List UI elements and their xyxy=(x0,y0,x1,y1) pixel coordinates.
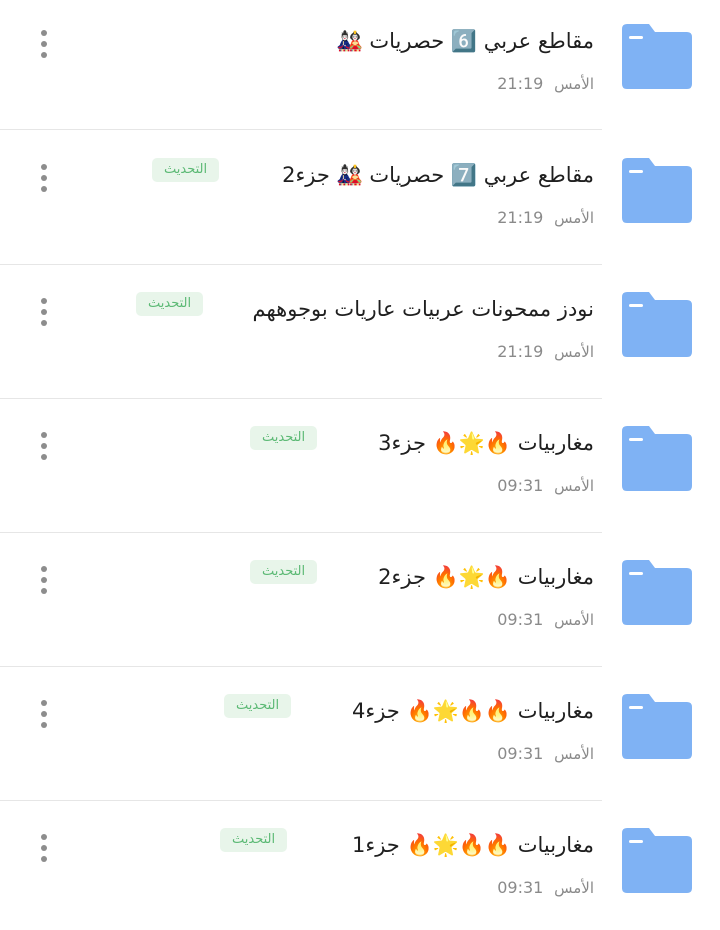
folder-name: مغاربيات 🔥🌟🔥 جزء3 xyxy=(378,431,594,455)
divider xyxy=(0,532,602,533)
divider xyxy=(0,129,602,130)
list-item[interactable]: مقاطع عربي 6️⃣ حصريات 🎎 الأمس 21:19 xyxy=(0,0,720,134)
time-label: 09:31 xyxy=(497,610,544,629)
update-badge: التحديث xyxy=(136,292,204,316)
folder-name: نودز ممحونات عربيات عاريات بوجوههم xyxy=(252,297,595,321)
time-label: 09:31 xyxy=(497,744,544,763)
update-badge: التحديث xyxy=(250,560,318,584)
time-label: 21:19 xyxy=(497,342,544,361)
more-vertical-icon[interactable] xyxy=(38,298,50,338)
modified-date: الأمس 21:19 xyxy=(497,74,594,93)
more-vertical-icon[interactable] xyxy=(38,30,50,70)
list-item[interactable]: التحديث مغاربيات 🔥🔥🌟🔥 جزء4 الأمس 09:31 xyxy=(0,670,720,804)
date-label: الأمس xyxy=(554,343,594,361)
update-badge: التحديث xyxy=(250,426,318,450)
modified-date: الأمس 09:31 xyxy=(497,610,594,629)
date-label: الأمس xyxy=(554,745,594,763)
date-label: الأمس xyxy=(554,477,594,495)
folder-icon xyxy=(622,24,692,89)
folder-icon xyxy=(622,560,692,625)
folder-icon xyxy=(622,158,692,223)
divider xyxy=(0,666,602,667)
more-vertical-icon[interactable] xyxy=(38,164,50,204)
folder-name: مغاربيات 🔥🔥🌟🔥 جزء4 xyxy=(351,699,594,723)
date-label: الأمس xyxy=(554,879,594,897)
folder-name: مغاربيات 🔥🔥🌟🔥 جزء1 xyxy=(351,833,594,857)
time-label: 21:19 xyxy=(497,208,544,227)
folder-list: مقاطع عربي 6️⃣ حصريات 🎎 الأمس 21:19 التح… xyxy=(0,0,720,930)
folder-icon xyxy=(622,694,692,759)
list-item[interactable]: التحديث مغاربيات 🔥🌟🔥 جزء2 الأمس 09:31 xyxy=(0,536,720,670)
modified-date: الأمس 09:31 xyxy=(497,476,594,495)
folder-name: مغاربيات 🔥🌟🔥 جزء2 xyxy=(378,565,594,589)
time-label: 09:31 xyxy=(497,878,544,897)
more-vertical-icon[interactable] xyxy=(38,834,50,874)
list-item[interactable]: التحديث مقاطع عربي 7️⃣ حصريات 🎎 جزء2 الأ… xyxy=(0,134,720,268)
folder-icon xyxy=(622,426,692,491)
more-vertical-icon[interactable] xyxy=(38,700,50,740)
more-vertical-icon[interactable] xyxy=(38,432,50,472)
folder-icon xyxy=(622,292,692,357)
date-label: الأمس xyxy=(554,611,594,629)
folder-name: مقاطع عربي 6️⃣ حصريات 🎎 xyxy=(336,29,594,53)
divider xyxy=(0,264,602,265)
date-label: الأمس xyxy=(554,209,594,227)
time-label: 21:19 xyxy=(497,74,544,93)
divider xyxy=(0,800,602,801)
update-badge: التحديث xyxy=(220,828,288,852)
modified-date: الأمس 21:19 xyxy=(497,342,594,361)
divider xyxy=(0,398,602,399)
list-item[interactable]: التحديث نودز ممحونات عربيات عاريات بوجوه… xyxy=(0,268,720,402)
folder-icon xyxy=(622,828,692,893)
modified-date: الأمس 21:19 xyxy=(497,208,594,227)
update-badge: التحديث xyxy=(152,158,220,182)
modified-date: الأمس 09:31 xyxy=(497,744,594,763)
date-label: الأمس xyxy=(554,75,594,93)
time-label: 09:31 xyxy=(497,476,544,495)
list-item[interactable]: التحديث مغاربيات 🔥🌟🔥 جزء3 الأمس 09:31 xyxy=(0,402,720,536)
folder-name: مقاطع عربي 7️⃣ حصريات 🎎 جزء2 xyxy=(282,163,594,187)
list-item[interactable]: التحديث مغاربيات 🔥🔥🌟🔥 جزء1 الأمس 09:31 xyxy=(0,804,720,930)
modified-date: الأمس 09:31 xyxy=(497,878,594,897)
more-vertical-icon[interactable] xyxy=(38,566,50,606)
update-badge: التحديث xyxy=(224,694,292,718)
